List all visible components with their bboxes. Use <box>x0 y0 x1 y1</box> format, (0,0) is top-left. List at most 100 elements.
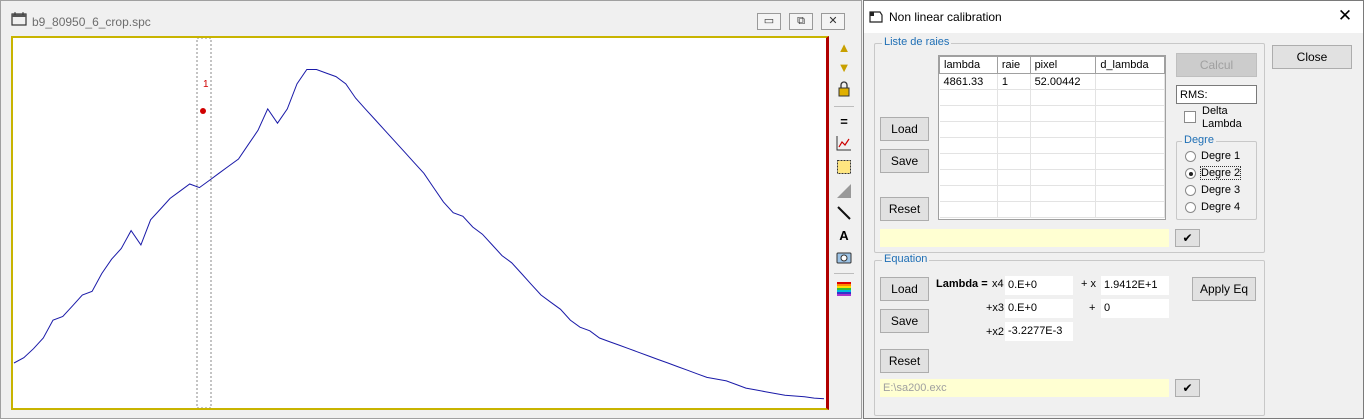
camera-icon[interactable] <box>835 249 853 267</box>
line-tool-icon[interactable] <box>835 205 853 223</box>
grid-cell[interactable]: 1 <box>997 73 1031 90</box>
calcul-button[interactable]: Calcul <box>1176 53 1257 77</box>
table-row[interactable] <box>939 105 1165 122</box>
table-row[interactable] <box>939 169 1165 186</box>
grid-cell[interactable] <box>939 185 998 202</box>
equation-file-path: E:\sa200.exc <box>880 379 1169 397</box>
lambda-equals-label: Lambda = <box>936 278 988 290</box>
grid-cell[interactable] <box>1030 169 1097 186</box>
grid-cell[interactable] <box>1030 201 1097 218</box>
equation-apply-check-button[interactable]: ✔ <box>1175 379 1200 397</box>
grid-cell[interactable] <box>939 105 998 122</box>
line-marker-band[interactable] <box>196 38 212 408</box>
grid-column-header[interactable]: lambda <box>939 56 998 74</box>
table-row[interactable] <box>939 185 1165 202</box>
grid-cell[interactable] <box>939 201 998 218</box>
x-coefficient-input[interactable]: 1.9412E+1 <box>1101 276 1169 295</box>
equation-reset-button[interactable]: Reset <box>880 349 929 373</box>
grid-cell[interactable] <box>1095 89 1165 106</box>
rainbow-icon[interactable] <box>835 281 853 299</box>
grid-cell[interactable] <box>997 201 1031 218</box>
text-tool-icon[interactable]: A <box>835 227 853 245</box>
dialog-close-icon[interactable]: ✕ <box>1336 7 1354 25</box>
grid-cell[interactable] <box>939 153 998 170</box>
spectrum-plot-area[interactable]: 1 <box>11 36 829 410</box>
grid-cell[interactable] <box>997 121 1031 138</box>
grid-cell[interactable] <box>1095 121 1165 138</box>
degree-radio[interactable] <box>1185 151 1196 162</box>
grid-cell[interactable] <box>1095 137 1165 154</box>
grid-column-header[interactable]: d_lambda <box>1095 56 1165 74</box>
grid-cell[interactable] <box>997 169 1031 186</box>
degree-option-label[interactable]: Degre 3 <box>1201 184 1240 196</box>
liste-status-field <box>880 229 1169 247</box>
table-row[interactable]: 4861.33 1 52.00442 <box>939 73 1165 90</box>
x4-coefficient-input[interactable]: 0.E+0 <box>1005 276 1073 295</box>
selection-icon[interactable] <box>835 159 853 177</box>
table-row[interactable] <box>939 121 1165 138</box>
grid-column-header[interactable]: raie <box>996 56 1031 74</box>
grid-cell[interactable] <box>997 105 1031 122</box>
minimize-button[interactable]: ▭ <box>757 13 781 30</box>
raies-grid[interactable]: lambda raie pixel d_lambda 4861.33 1 52.00442 <box>938 55 1166 220</box>
degree-radio[interactable] <box>1185 168 1196 179</box>
apply-eq-button[interactable]: Apply Eq <box>1192 277 1256 301</box>
constant-input[interactable]: 0 <box>1101 299 1169 318</box>
table-row[interactable] <box>939 201 1165 218</box>
x3-coefficient-input[interactable]: 0.E+0 <box>1005 299 1073 318</box>
arrow-up-icon[interactable]: ▲ <box>835 39 853 57</box>
equation-save-button[interactable]: Save <box>880 309 929 333</box>
liste-reset-button[interactable]: Reset <box>880 197 929 221</box>
liste-de-raies-label: Liste de raies <box>882 36 952 48</box>
grid-cell[interactable] <box>939 121 998 138</box>
delta-lambda-checkbox[interactable] <box>1184 111 1196 123</box>
grid-cell[interactable] <box>1095 153 1165 170</box>
degree-option-label[interactable]: Degre 2 <box>1199 166 1242 180</box>
x2-coefficient-input[interactable]: -3.2277E-3 <box>1005 322 1073 341</box>
grid-cell[interactable]: 4861.33 <box>939 73 998 90</box>
grid-cell[interactable] <box>1030 185 1097 202</box>
restore-button[interactable]: ⧉ <box>789 13 813 30</box>
chart-icon[interactable] <box>835 135 853 153</box>
lock-icon[interactable] <box>835 81 853 99</box>
grid-cell[interactable] <box>1095 105 1165 122</box>
grid-cell[interactable] <box>1030 153 1097 170</box>
grid-cell[interactable]: 52.00442 <box>1030 73 1097 90</box>
close-button[interactable]: Close <box>1272 45 1352 69</box>
grid-cell[interactable] <box>939 137 998 154</box>
degree-radio[interactable] <box>1185 185 1196 196</box>
grid-cell[interactable] <box>1095 169 1165 186</box>
grid-cell[interactable] <box>1095 73 1165 90</box>
grid-cell[interactable] <box>997 153 1031 170</box>
grid-cell[interactable] <box>1095 185 1165 202</box>
grid-cell[interactable] <box>939 169 998 186</box>
gradient-icon[interactable] <box>835 183 853 201</box>
degree-option-label[interactable]: Degre 4 <box>1201 201 1240 213</box>
equals-icon[interactable]: = <box>835 113 853 131</box>
grid-column-header[interactable]: pixel <box>1029 56 1097 74</box>
line-marker-point[interactable] <box>200 108 206 114</box>
liste-apply-check-button[interactable]: ✔ <box>1175 229 1200 247</box>
grid-cell[interactable] <box>1030 89 1097 106</box>
degree-radio[interactable] <box>1185 202 1196 213</box>
table-row[interactable] <box>939 89 1165 106</box>
liste-save-button[interactable]: Save <box>880 149 929 173</box>
grid-cell[interactable] <box>1030 137 1097 154</box>
degree-option-label[interactable]: Degre 1 <box>1201 150 1240 162</box>
grid-cell[interactable] <box>997 185 1031 202</box>
spectrum-plot[interactable]: 1 <box>13 38 826 408</box>
grid-cell[interactable] <box>939 89 998 106</box>
window-close-button[interactable]: ✕ <box>821 13 845 30</box>
table-row[interactable] <box>939 137 1165 154</box>
grid-cell[interactable] <box>1030 105 1097 122</box>
grid-cell[interactable] <box>997 89 1031 106</box>
equation-label: Equation <box>882 253 930 265</box>
equation-load-button[interactable]: Load <box>880 277 929 301</box>
x3-label: +x3 <box>986 302 1005 314</box>
liste-load-button[interactable]: Load <box>880 117 929 141</box>
grid-cell[interactable] <box>997 137 1031 154</box>
grid-cell[interactable] <box>1095 201 1165 218</box>
table-row[interactable] <box>939 153 1165 170</box>
arrow-down-icon[interactable]: ▼ <box>835 59 853 77</box>
grid-cell[interactable] <box>1030 121 1097 138</box>
